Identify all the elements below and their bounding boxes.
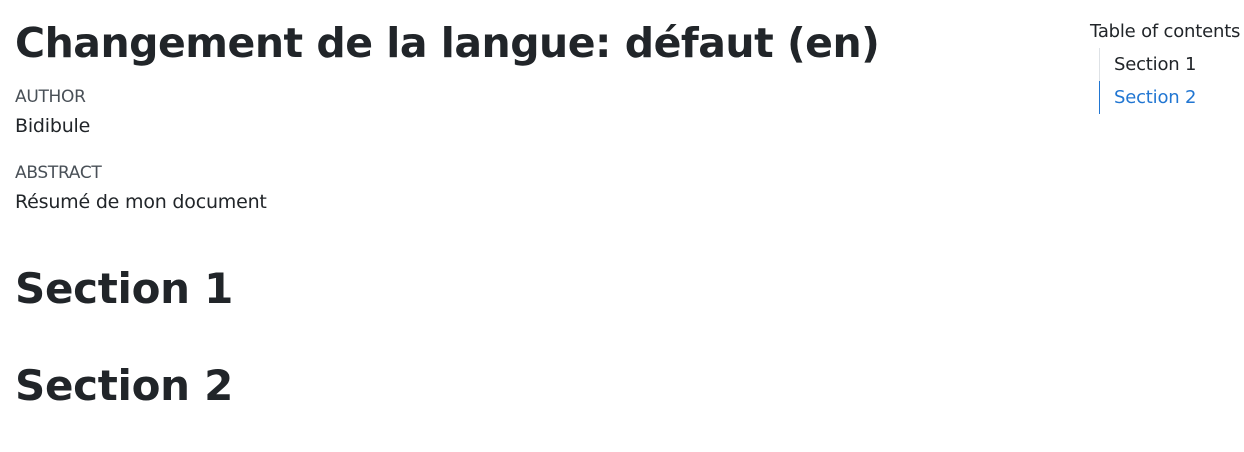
author-heading: Author xyxy=(15,87,86,107)
toc-title: Table of contents xyxy=(1090,21,1241,42)
toc-list: Section 1 Section 2 xyxy=(1099,48,1196,114)
abstract-text: Résumé de mon document xyxy=(15,191,267,213)
toc-link-section-1[interactable]: Section 1 xyxy=(1099,48,1196,81)
toc-link-section-2[interactable]: Section 2 xyxy=(1099,81,1196,114)
section-2-heading: Section 2 xyxy=(15,361,234,410)
author-name: Bidibule xyxy=(15,115,91,137)
section-1-heading: Section 1 xyxy=(15,264,234,313)
abstract-heading: Abstract xyxy=(15,163,102,183)
table-of-contents: Table of contents Section 1 Section 2 xyxy=(1090,19,1241,114)
document-title: Changement de la langue: défaut (en) xyxy=(15,19,880,67)
